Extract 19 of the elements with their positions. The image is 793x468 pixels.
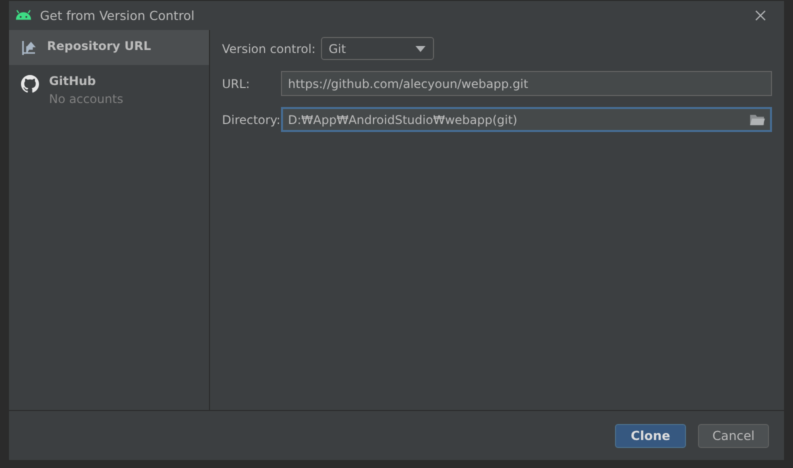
sidebar-item[interactable]: Repository URL (9, 30, 209, 65)
folder-icon[interactable] (750, 114, 765, 126)
item-label: GitHub (49, 74, 97, 88)
version-control-dropdown[interactable]: Git (320, 37, 434, 60)
window-title: Get from Version Control (40, 8, 196, 23)
item-label: Repository URL (47, 39, 151, 53)
dialog-button[interactable]: Clone (615, 424, 686, 448)
item-subtitle: No accounts (49, 92, 124, 106)
field-label: URL: (222, 76, 251, 90)
close-icon (755, 10, 766, 21)
android-icon (15, 10, 32, 21)
dialog-button[interactable]: Cancel (698, 424, 769, 448)
field-label: Version control: (222, 42, 316, 56)
url-field[interactable]: https://github.com/alecyoun/webapp.git (281, 71, 772, 96)
caret-icon (414, 46, 426, 52)
sidebar-item[interactable]: GitHub No accounts (9, 65, 209, 115)
github-icon (21, 75, 39, 93)
directory-field[interactable]: D:₩App₩AndroidStudio₩webapp(git) (281, 107, 772, 132)
branch-upload-icon (21, 40, 37, 56)
